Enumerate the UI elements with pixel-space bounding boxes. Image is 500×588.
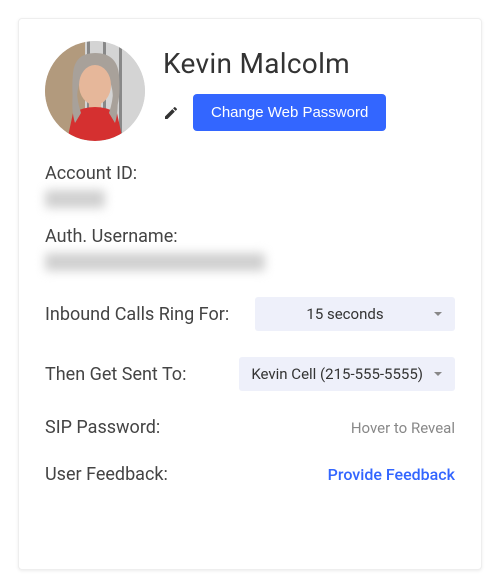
chevron-down-icon: [433, 369, 443, 379]
avatar: [45, 41, 145, 141]
card-header: Kevin Malcolm Change Web Password: [45, 41, 455, 141]
user-name: Kevin Malcolm: [163, 47, 455, 80]
chevron-down-icon: [433, 309, 443, 319]
header-right: Kevin Malcolm Change Web Password: [163, 41, 455, 131]
sip-password-row: SIP Password: Hover to Reveal: [45, 417, 455, 438]
inbound-ring-value: 15 seconds: [267, 305, 423, 323]
password-row: Change Web Password: [163, 94, 455, 131]
account-id-label: Account ID:: [45, 163, 455, 184]
user-account-card: Kevin Malcolm Change Web Password Accoun…: [18, 18, 482, 570]
change-password-button[interactable]: Change Web Password: [193, 94, 386, 131]
user-feedback-row: User Feedback: Provide Feedback: [45, 464, 455, 485]
provide-feedback-link[interactable]: Provide Feedback: [328, 465, 455, 484]
auth-username-value-obscured: [45, 253, 265, 271]
avatar-image: [45, 41, 145, 141]
inbound-ring-row: Inbound Calls Ring For: 15 seconds: [45, 297, 455, 331]
auth-username-field: Auth. Username:: [45, 226, 455, 271]
then-sent-select[interactable]: Kevin Cell (215-555-5555): [239, 357, 455, 391]
sip-password-reveal[interactable]: Hover to Reveal: [351, 419, 455, 437]
then-sent-value: Kevin Cell (215-555-5555): [251, 365, 423, 383]
account-id-value-obscured: [45, 190, 105, 208]
inbound-ring-label: Inbound Calls Ring For:: [45, 304, 229, 325]
then-sent-label: Then Get Sent To:: [45, 364, 186, 385]
sip-password-label: SIP Password:: [45, 417, 160, 438]
inbound-ring-select[interactable]: 15 seconds: [255, 297, 455, 331]
auth-username-label: Auth. Username:: [45, 226, 455, 247]
then-sent-row: Then Get Sent To: Kevin Cell (215-555-55…: [45, 357, 455, 391]
edit-icon[interactable]: [163, 105, 179, 121]
account-id-field: Account ID:: [45, 163, 455, 208]
user-feedback-label: User Feedback:: [45, 464, 168, 485]
